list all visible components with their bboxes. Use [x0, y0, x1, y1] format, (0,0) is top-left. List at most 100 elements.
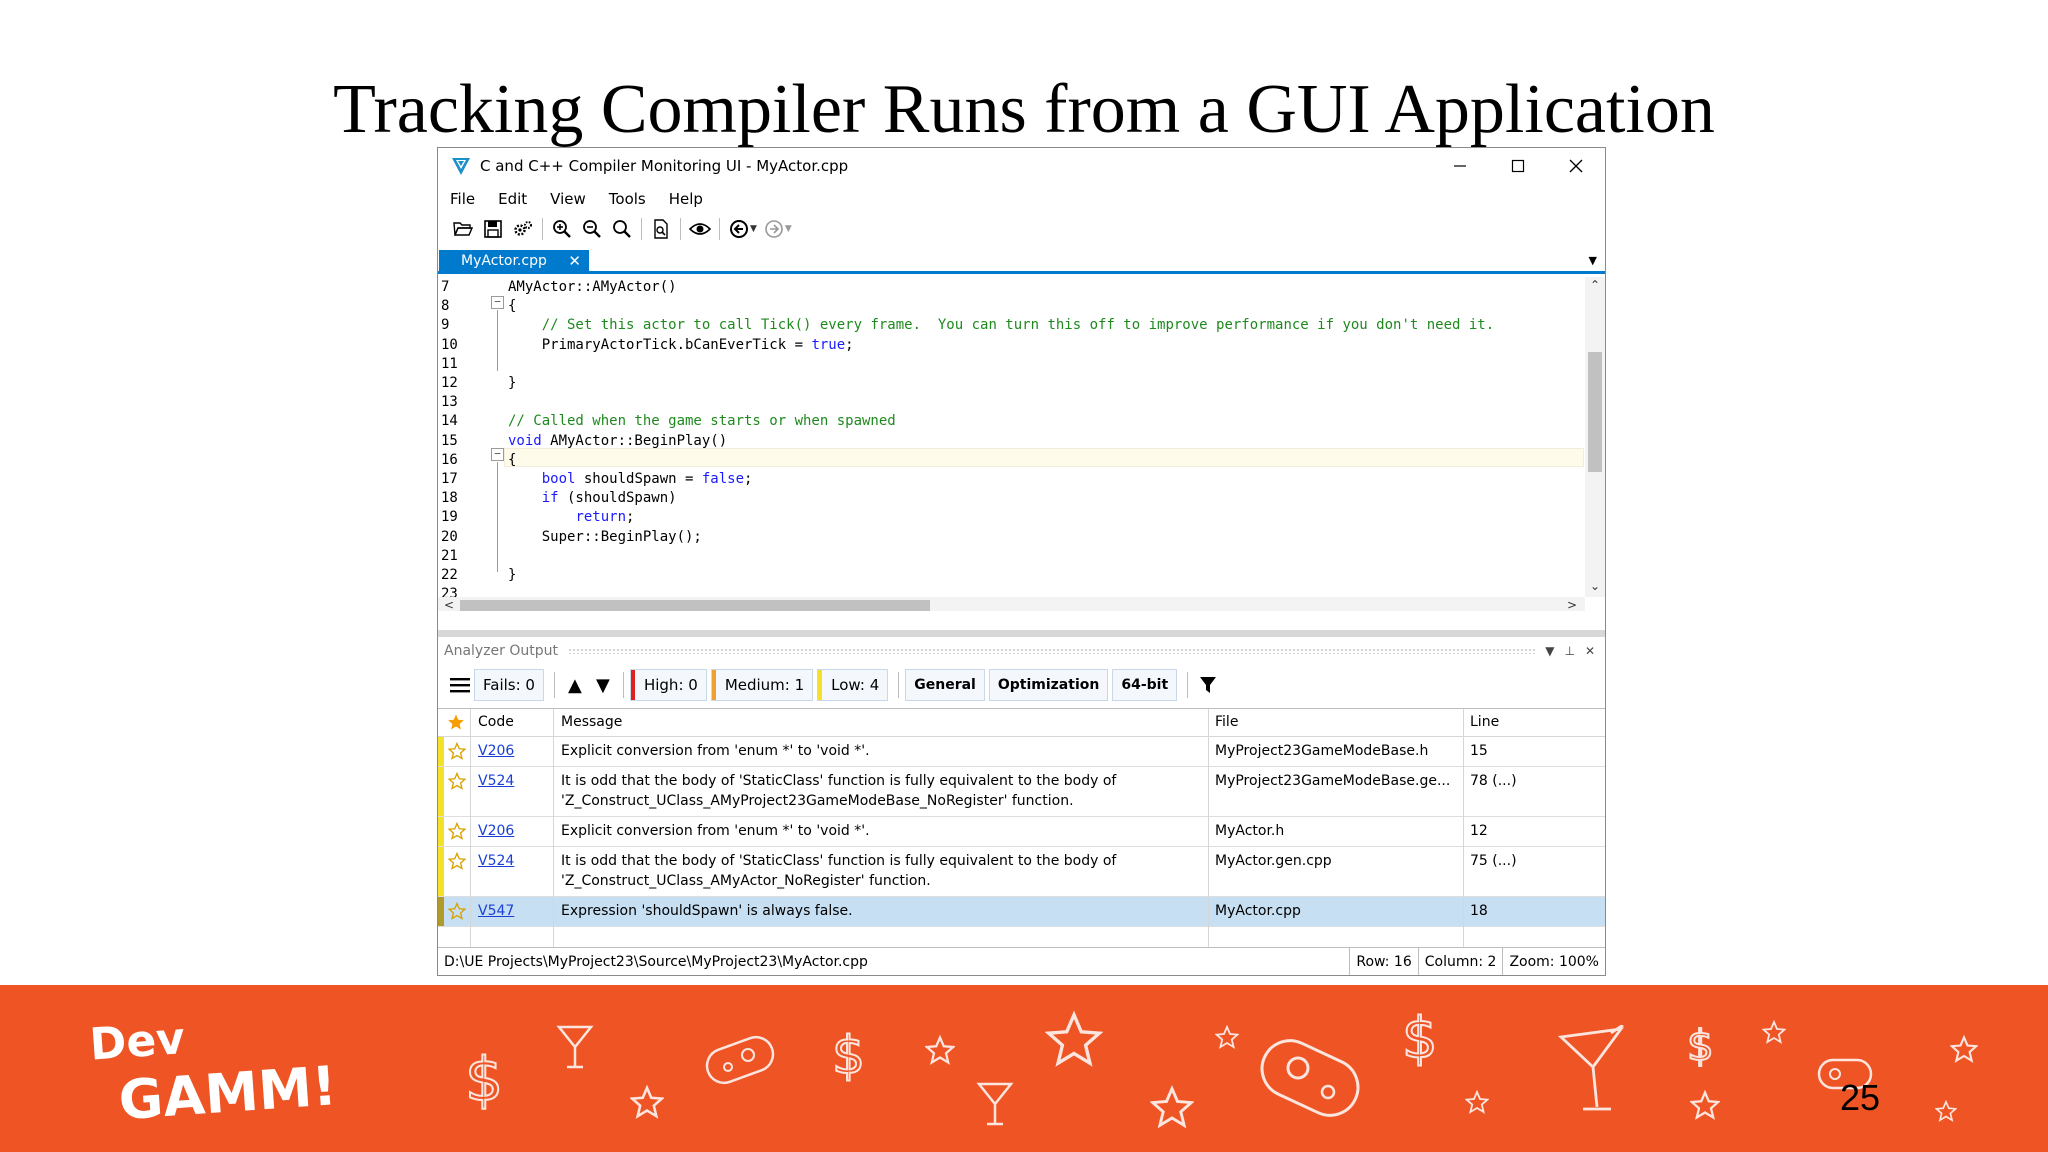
scroll-up-icon[interactable]: ⌃: [1590, 278, 1600, 292]
code-line[interactable]: if (shouldSpawn): [508, 489, 677, 508]
minimize-button[interactable]: [1431, 148, 1489, 184]
menu-file[interactable]: File: [450, 190, 475, 208]
scroll-down-icon[interactable]: ⌄: [1590, 579, 1600, 593]
scroll-right-icon[interactable]: >: [1567, 598, 1577, 611]
menu-help[interactable]: Help: [669, 190, 703, 208]
table-row[interactable]: V524 It is odd that the body of 'StaticCl…: [438, 767, 1605, 817]
code-line[interactable]: // Called when the game starts or when s…: [508, 412, 896, 431]
settings-button[interactable]: [508, 215, 538, 243]
filter-button[interactable]: [1194, 669, 1222, 701]
scroll-left-icon[interactable]: <: [444, 598, 454, 611]
64bit-filter-button[interactable]: 64-bit: [1112, 669, 1178, 701]
zoom-out-button[interactable]: [577, 215, 607, 243]
dollar-doodle-icon: $: [1686, 1020, 1715, 1070]
panel-close-icon[interactable]: ✕: [1585, 644, 1595, 658]
tab-list-dropdown-icon[interactable]: ▼: [1589, 254, 1597, 267]
code-line[interactable]: // Set this actor to call Tick() every f…: [508, 316, 1494, 335]
code-line[interactable]: return;: [508, 508, 634, 527]
code-line[interactable]: }: [508, 374, 516, 393]
tab-myactor-cpp[interactable]: MyActor.cpp ✕: [439, 250, 589, 272]
fold-toggle-icon[interactable]: −: [491, 448, 504, 461]
vertical-scroll-thumb[interactable]: [1588, 352, 1602, 472]
column-header-file[interactable]: File: [1215, 714, 1238, 730]
diagnostic-line: 78 (...): [1470, 773, 1517, 789]
horizontal-scrollbar[interactable]: < >: [438, 597, 1585, 611]
vertical-scrollbar[interactable]: ⌃ ⌄: [1585, 277, 1605, 597]
panel-drag-handle[interactable]: [568, 648, 1536, 654]
panel-splitter[interactable]: [438, 630, 1605, 637]
favorite-star-icon[interactable]: [447, 821, 467, 844]
star-doodle-icon: [1690, 1090, 1720, 1120]
favorite-star-icon[interactable]: [447, 771, 467, 794]
code-line[interactable]: Super::BeginPlay();: [508, 528, 702, 547]
line-number: 13: [441, 394, 458, 411]
open-folder-button[interactable]: [448, 215, 478, 243]
code-line[interactable]: void AMyActor::BeginPlay(): [508, 432, 727, 451]
code-line[interactable]: bool shouldSpawn = false;: [508, 470, 753, 489]
maximize-button[interactable]: [1489, 148, 1547, 184]
close-button[interactable]: [1547, 148, 1605, 184]
favorite-star-icon[interactable]: [447, 901, 467, 924]
column-header-line[interactable]: Line: [1470, 714, 1499, 730]
open-folder-icon: [453, 222, 473, 236]
code-editor[interactable]: 7 AMyActor::AMyActor() 8{9 // Set this act…: [438, 277, 1605, 611]
favorite-star-icon[interactable]: [447, 741, 467, 764]
column-header-message[interactable]: Message: [561, 714, 622, 730]
diagnostic-message-continued: 'Z_Construct_UClass_AMyProject23GameMode…: [561, 793, 1074, 809]
dollar-doodle-icon: $: [831, 1025, 866, 1085]
tab-close-icon[interactable]: ✕: [568, 252, 581, 270]
save-icon: [484, 220, 502, 238]
diagnostic-code-link[interactable]: V524: [478, 852, 514, 871]
favorite-column-star-icon[interactable]: [447, 713, 465, 735]
slide-title: Tracking Compiler Runs from a GUI Applic…: [333, 71, 1715, 148]
code-line[interactable]: {: [508, 297, 516, 316]
optimization-filter-button[interactable]: Optimization: [988, 669, 1109, 701]
code-line[interactable]: PrimaryActorTick.bCanEverTick = true;: [508, 336, 854, 355]
zoom-in-button[interactable]: [547, 215, 577, 243]
horizontal-scroll-thumb[interactable]: [460, 600, 930, 611]
next-message-button[interactable]: ▼: [589, 669, 617, 701]
low-filter-button[interactable]: Low: 4: [817, 669, 889, 701]
menu-tools[interactable]: Tools: [609, 190, 646, 208]
column-header-code[interactable]: Code: [478, 714, 514, 730]
code-line[interactable]: }: [508, 566, 516, 585]
save-button[interactable]: [478, 215, 508, 243]
chevron-down-icon[interactable]: ▼: [750, 224, 757, 234]
search-button[interactable]: [607, 215, 637, 243]
toolbar-separator: [641, 218, 642, 240]
toolbar-separator: [553, 672, 555, 698]
chevron-down-icon[interactable]: ▼: [785, 224, 792, 234]
menu-edit[interactable]: Edit: [498, 190, 527, 208]
pin-icon[interactable]: ⊥: [1564, 644, 1574, 658]
table-row[interactable]: V206 Explicit conversion from 'enum *' to…: [438, 817, 1605, 847]
menu-button[interactable]: [446, 669, 474, 701]
code-line[interactable]: {: [508, 451, 516, 470]
table-row[interactable]: V524 It is odd that the body of 'StaticCl…: [438, 847, 1605, 897]
general-filter-button[interactable]: General: [905, 669, 985, 701]
favorite-star-icon[interactable]: [447, 851, 467, 874]
view-button[interactable]: [685, 215, 715, 243]
diagnostic-code-link[interactable]: V524: [478, 772, 514, 791]
code-line[interactable]: AMyActor::AMyActor(): [508, 278, 677, 297]
diagnostic-line: 18: [1470, 903, 1488, 919]
app-logo-icon: [452, 158, 470, 175]
star-doodle-icon: [630, 1085, 664, 1119]
menu-view[interactable]: View: [550, 190, 586, 208]
fold-toggle-icon[interactable]: −: [491, 296, 504, 309]
medium-level-marker: [711, 670, 716, 700]
find-in-file-button[interactable]: [646, 215, 676, 243]
high-filter-button[interactable]: High: 0: [629, 669, 707, 701]
diagnostic-code-link[interactable]: V206: [478, 822, 514, 841]
column-divider: [553, 709, 554, 949]
diagnostic-file: MyActor.cpp: [1215, 903, 1301, 919]
medium-filter-button[interactable]: Medium: 1: [710, 669, 814, 701]
toolbar-separator: [680, 218, 681, 240]
table-row[interactable]: V206 Explicit conversion from 'enum *' to…: [438, 737, 1605, 767]
previous-message-button[interactable]: ▲: [561, 669, 589, 701]
panel-menu-icon[interactable]: ▼: [1545, 644, 1554, 658]
table-row[interactable]: V547 Expression 'shouldSpawn' is always f…: [438, 897, 1605, 927]
diagnostic-code-link[interactable]: V547: [478, 902, 514, 921]
fails-filter-button[interactable]: Fails: 0: [474, 669, 544, 701]
line-number: 8: [441, 298, 450, 315]
diagnostic-code-link[interactable]: V206: [478, 742, 514, 761]
